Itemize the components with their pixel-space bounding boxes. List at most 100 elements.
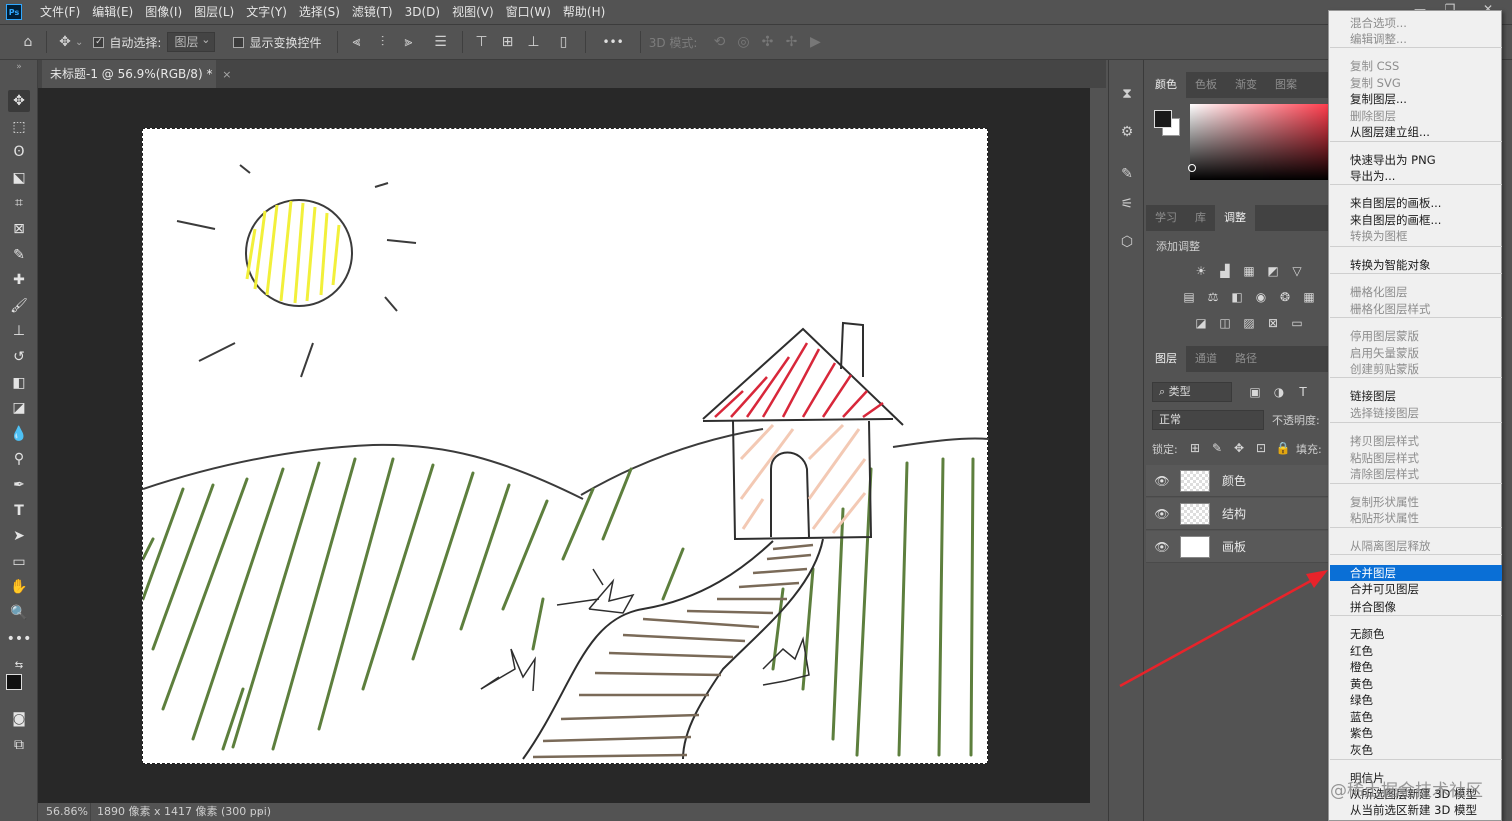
tab-patterns[interactable]: 图案 <box>1266 72 1306 98</box>
menu-edit[interactable]: 编辑(E) <box>86 0 139 24</box>
blend-mode-dropdown[interactable]: 正常 <box>1152 410 1264 430</box>
context-menu-item[interactable]: 清除图层样式 <box>1330 466 1502 482</box>
brush-tool-icon[interactable]: 🖌 <box>8 295 30 317</box>
context-menu-item[interactable]: 从隔离图层释放 <box>1330 538 1502 554</box>
screen-mode-icon[interactable]: ⧉ <box>8 734 30 756</box>
align-right-icon[interactable]: ⫸ <box>398 32 418 52</box>
3d-roll-icon[interactable]: ◎ <box>733 32 753 52</box>
tab-gradients[interactable]: 渐变 <box>1226 72 1266 98</box>
gradient-map-icon[interactable]: ▭ <box>1288 314 1306 332</box>
lock-all-icon[interactable]: 🔒 <box>1274 439 1292 457</box>
tab-color[interactable]: 颜色 <box>1146 72 1186 98</box>
artboard-canvas[interactable] <box>142 128 989 764</box>
blur-tool-icon[interactable]: 💧 <box>8 423 30 445</box>
type-tool-icon[interactable]: T <box>8 500 30 522</box>
context-menu-item[interactable]: 黄色 <box>1330 676 1502 692</box>
eraser-tool-icon[interactable]: ◧ <box>8 372 30 394</box>
align-bottom-icon[interactable]: ⊥ <box>523 32 543 52</box>
filter-pixel-icon[interactable]: ▣ <box>1246 383 1264 401</box>
menu-select[interactable]: 选择(S) <box>293 0 346 24</box>
context-menu-item[interactable]: 快速导出为 PNG <box>1330 152 1502 168</box>
home-icon[interactable]: ⌂ <box>18 32 38 52</box>
color-picker-cursor[interactable] <box>1188 164 1196 172</box>
properties-panel-icon[interactable]: ⚙ <box>1117 122 1137 142</box>
distribute-vertical-icon[interactable]: ▯ <box>553 32 573 52</box>
zoom-tool-icon[interactable]: 🔍 <box>8 602 30 624</box>
menu-help[interactable]: 帮助(H) <box>557 0 611 24</box>
context-menu-item[interactable]: 启用矢量蒙版 <box>1330 345 1502 361</box>
color-balance-icon[interactable]: ⚖ <box>1204 288 1222 306</box>
context-menu-item[interactable]: 绿色 <box>1330 692 1502 708</box>
context-menu-item[interactable]: 无颜色 <box>1330 626 1502 642</box>
context-menu-item[interactable]: 紫色 <box>1330 725 1502 741</box>
move-tool-icon[interactable]: ✥ <box>55 32 75 52</box>
crop-tool-icon[interactable]: ⌗ <box>8 192 30 214</box>
menu-type[interactable]: 文字(Y) <box>240 0 293 24</box>
tab-libraries[interactable]: 库 <box>1186 205 1215 231</box>
menu-3d[interactable]: 3D(D) <box>399 0 446 24</box>
context-menu-item[interactable]: 复制图层... <box>1330 91 1502 107</box>
path-selection-tool-icon[interactable]: ➤ <box>8 525 30 547</box>
dodge-tool-icon[interactable]: ⚲ <box>8 448 30 470</box>
lock-artboard-icon[interactable]: ⊡ <box>1252 439 1270 457</box>
auto-select-target-dropdown[interactable]: 图层 <box>167 31 216 52</box>
marquee-tool-icon[interactable]: ⬚ <box>8 116 30 138</box>
context-menu-item[interactable]: 红色 <box>1330 643 1502 659</box>
context-menu-item[interactable]: 复制 CSS <box>1330 58 1502 74</box>
3d-panel-icon[interactable]: ⬡ <box>1117 232 1137 252</box>
filter-type-icon[interactable]: T <box>1294 383 1312 401</box>
context-menu-item[interactable]: 从当前选区新建 3D 模型 <box>1330 802 1502 818</box>
context-menu-item[interactable]: 删除图层 <box>1330 108 1502 124</box>
context-menu-item[interactable]: 拼合图像 <box>1330 599 1502 615</box>
eyedropper-tool-icon[interactable]: ✎ <box>8 244 30 266</box>
filter-adjustment-icon[interactable]: ◑ <box>1270 383 1288 401</box>
invert-icon[interactable]: ◪ <box>1192 314 1210 332</box>
zoom-level[interactable]: 56.86% <box>46 803 88 821</box>
menu-image[interactable]: 图像(I) <box>139 0 188 24</box>
selective-color-icon[interactable]: ⊠ <box>1264 314 1282 332</box>
context-menu-item[interactable]: 从图层建立组... <box>1330 124 1502 140</box>
context-menu-item[interactable]: 复制形状属性 <box>1330 494 1502 510</box>
hue-saturation-icon[interactable]: ▤ <box>1180 288 1198 306</box>
context-menu-item[interactable]: 混合选项... <box>1330 15 1502 31</box>
tab-adjustments[interactable]: 调整 <box>1215 205 1255 231</box>
context-menu-item[interactable]: 蓝色 <box>1330 709 1502 725</box>
close-tab-icon[interactable]: × <box>222 68 231 81</box>
history-panel-icon[interactable]: ⧗ <box>1117 84 1137 104</box>
photo-filter-icon[interactable]: ◉ <box>1252 288 1270 306</box>
swap-colors-icon[interactable]: ⇆ <box>8 654 30 676</box>
threshold-icon[interactable]: ▨ <box>1240 314 1258 332</box>
3d-slide-icon[interactable]: ✢ <box>781 32 801 52</box>
context-menu-item[interactable]: 转换为图框 <box>1330 228 1502 244</box>
exposure-icon[interactable]: ◩ <box>1264 262 1282 280</box>
3d-orbit-icon[interactable]: ⟲ <box>709 32 729 52</box>
menu-filter[interactable]: 滤镜(T) <box>346 0 399 24</box>
layer-row[interactable]: 👁 颜色 <box>1146 465 1328 497</box>
brightness-icon[interactable]: ☀ <box>1192 262 1210 280</box>
more-options-icon[interactable]: ••• <box>602 35 623 49</box>
vibrance-icon[interactable]: ▽ <box>1288 262 1306 280</box>
context-menu-item[interactable]: 创建剪贴蒙版 <box>1330 361 1502 377</box>
frame-tool-icon[interactable]: ⊠ <box>8 218 30 240</box>
color-lookup-icon[interactable]: ▦ <box>1300 288 1318 306</box>
visibility-eye-icon[interactable]: 👁 <box>1154 473 1170 489</box>
black-white-icon[interactable]: ◧ <box>1228 288 1246 306</box>
context-menu-item[interactable]: 灰色 <box>1330 742 1502 758</box>
brushes-panel-icon[interactable]: ✎ <box>1117 164 1137 184</box>
menu-view[interactable]: 视图(V) <box>446 0 500 24</box>
align-middle-icon[interactable]: ⊞ <box>497 32 517 52</box>
visibility-eye-icon[interactable]: 👁 <box>1154 539 1170 555</box>
context-menu-item[interactable]: 来自图层的画框... <box>1330 212 1502 228</box>
healing-brush-tool-icon[interactable]: ✚ <box>8 269 30 291</box>
tab-layers[interactable]: 图层 <box>1146 346 1186 372</box>
menu-file[interactable]: 文件(F) <box>34 0 86 24</box>
align-left-icon[interactable]: ⫷ <box>346 32 366 52</box>
object-select-tool-icon[interactable]: ⬕ <box>8 167 30 189</box>
layer-row[interactable]: 👁 画板 <box>1146 531 1328 563</box>
collapse-toolbar-icon[interactable]: » <box>8 62 30 72</box>
context-menu-item[interactable]: 粘贴图层样式 <box>1330 450 1502 466</box>
3d-pan-icon[interactable]: ✣ <box>757 32 777 52</box>
status-menu-arrow-icon[interactable]: › <box>258 803 262 821</box>
tab-learn[interactable]: 学习 <box>1146 205 1186 231</box>
layer-row[interactable]: 👁 结构 <box>1146 498 1328 530</box>
